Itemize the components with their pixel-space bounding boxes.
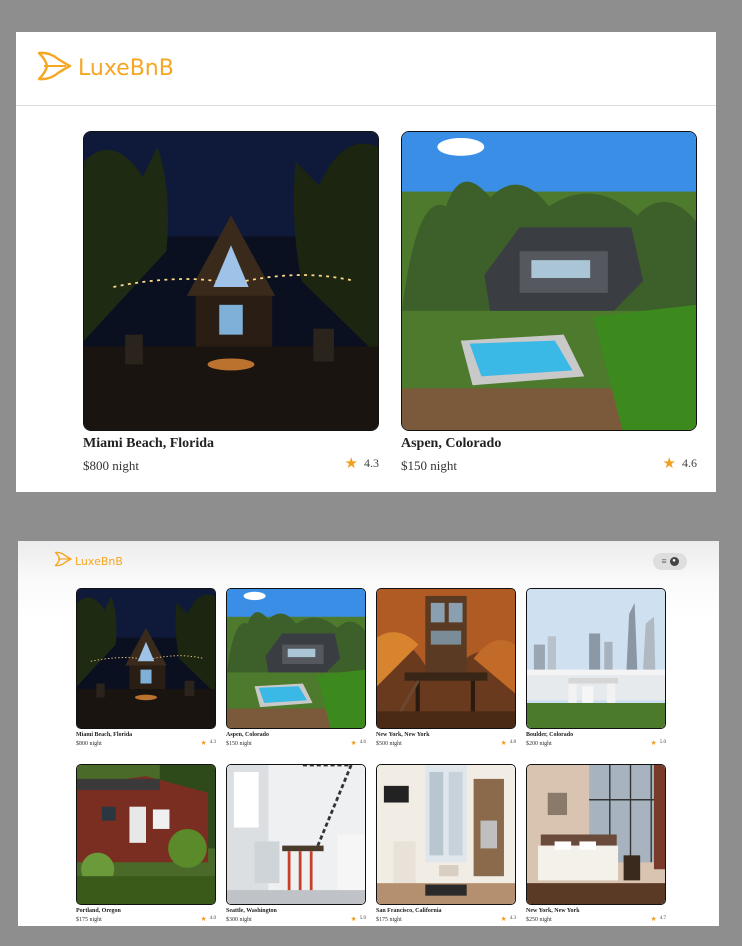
- listing-rating: ★ 4.6: [350, 738, 366, 747]
- listing-price: $175 night: [76, 917, 102, 923]
- star-icon: ★: [350, 914, 357, 923]
- listing-card[interactable]: Seattle, Washington $300 night ★ 5.0: [226, 764, 366, 926]
- listing-card[interactable]: Miami Beach, Florida $800 night ★ 4.3: [83, 131, 379, 474]
- listing-grid-small: Miami Beach, Florida $800 night ★ 4.3 Aspen…: [76, 588, 666, 926]
- star-icon: ★: [650, 914, 657, 923]
- star-icon: ★: [200, 738, 207, 747]
- listing-price: $150 night: [226, 741, 252, 747]
- brand-logo-link[interactable]: LuxeBnB: [36, 50, 174, 87]
- hamburger-icon: ≡: [661, 556, 667, 566]
- rating-value: 4.3: [364, 455, 379, 470]
- brand-logo-link[interactable]: LuxeBnB: [54, 551, 123, 572]
- star-icon: ★: [500, 914, 507, 923]
- rating-value: 4.6: [359, 740, 366, 745]
- listing-location: Aspen, Colorado: [401, 436, 502, 451]
- star-icon: ★: [662, 455, 676, 472]
- listing-price: $500 night: [376, 741, 402, 747]
- listing-photo[interactable]: [76, 588, 216, 729]
- listing-price: $800 night: [83, 458, 139, 473]
- wings-logo-icon: [54, 551, 72, 572]
- listing-card[interactable]: Aspen, Colorado $150 night ★ 4.6: [401, 131, 697, 474]
- listing-card[interactable]: New York, New York $500 night ★ 4.8: [376, 588, 516, 762]
- listing-photo[interactable]: [526, 588, 666, 729]
- listing-price: $150 night: [401, 458, 457, 473]
- listing-rating: ★ 4.3: [200, 738, 216, 747]
- listing-price: $300 night: [226, 917, 252, 923]
- listing-card[interactable]: San Francisco, California $175 night ★ 4.3: [376, 764, 516, 926]
- brand-name: LuxeBnB: [78, 56, 174, 81]
- listing-card[interactable]: Aspen, Colorado $150 night ★ 4.6: [226, 588, 366, 762]
- rating-value: 4.7: [659, 916, 666, 921]
- rating-value: 4.3: [509, 916, 516, 921]
- listing-price: $250 night: [526, 917, 552, 923]
- brand-name: LuxeBnB: [75, 554, 123, 568]
- star-icon: ★: [500, 738, 507, 747]
- listing-location: Aspen, Colorado: [226, 732, 270, 738]
- listing-location: New York, New York: [526, 908, 580, 914]
- star-icon: ★: [200, 914, 207, 923]
- listing-rating: ★ 4.3: [345, 452, 379, 474]
- listing-photo[interactable]: [376, 588, 516, 729]
- listings-page-small: LuxeBnB ≡ ● Miami Beach, Florida $800 nig…: [18, 541, 719, 926]
- listing-photo[interactable]: [226, 764, 366, 905]
- listing-photo[interactable]: [526, 764, 666, 905]
- listing-price: $800 night: [76, 741, 102, 747]
- listing-location: Miami Beach, Florida: [83, 436, 215, 451]
- user-icon: ●: [669, 556, 679, 566]
- listing-card[interactable]: Portland, Oregon $175 night ★ 4.0: [76, 764, 216, 926]
- listing-location: San Francisco, California: [376, 908, 442, 914]
- listing-location: Miami Beach, Florida: [76, 732, 133, 738]
- wings-logo-icon: [36, 50, 72, 87]
- listing-photo[interactable]: [76, 764, 216, 905]
- star-icon: ★: [350, 738, 357, 747]
- listing-photo[interactable]: [376, 764, 516, 905]
- listing-rating: ★ 4.0: [200, 914, 216, 923]
- listing-location: Seattle, Washington: [226, 908, 277, 914]
- star-icon: ★: [650, 738, 657, 747]
- listing-card[interactable]: Miami Beach, Florida $800 night ★ 4.3: [76, 588, 216, 762]
- rating-value: 5.0: [359, 916, 366, 921]
- star-icon: ★: [344, 455, 358, 472]
- listing-location: Boulder, Colorado: [526, 732, 574, 738]
- rating-value: 4.3: [209, 740, 216, 745]
- listing-price: $175 night: [376, 917, 402, 923]
- listing-photo[interactable]: [226, 588, 366, 729]
- listing-card[interactable]: Boulder, Colorado $200 night ★ 5.0: [526, 588, 666, 762]
- listing-rating: ★ 4.8: [500, 738, 516, 747]
- listing-rating: ★ 4.3: [500, 914, 516, 923]
- listing-rating: ★ 4.7: [650, 914, 666, 923]
- rating-value: 4.0: [209, 916, 216, 921]
- rating-value: 4.6: [682, 455, 697, 470]
- listing-location: Portland, Oregon: [76, 908, 121, 914]
- listing-card[interactable]: New York, New York $250 night ★ 4.7: [526, 764, 666, 926]
- listing-rating: ★ 5.0: [350, 914, 366, 923]
- top-navbar: LuxeBnB ≡ ●: [18, 541, 719, 581]
- listing-rating: ★ 5.0: [650, 738, 666, 747]
- listings-page-large: LuxeBnB Miami Beach, Florida $800 night …: [16, 32, 716, 492]
- rating-value: 5.0: [659, 740, 666, 745]
- rating-value: 4.8: [509, 740, 516, 745]
- top-navbar: LuxeBnB: [16, 32, 716, 106]
- user-menu-button[interactable]: ≡ ●: [653, 552, 687, 570]
- listing-photo[interactable]: [401, 131, 697, 431]
- listing-photo[interactable]: [83, 131, 379, 431]
- listing-price: $200 night: [526, 741, 552, 747]
- listing-location: New York, New York: [376, 732, 430, 738]
- listing-rating: ★ 4.6: [663, 452, 697, 474]
- listing-grid-large: Miami Beach, Florida $800 night ★ 4.3 As…: [83, 131, 697, 474]
